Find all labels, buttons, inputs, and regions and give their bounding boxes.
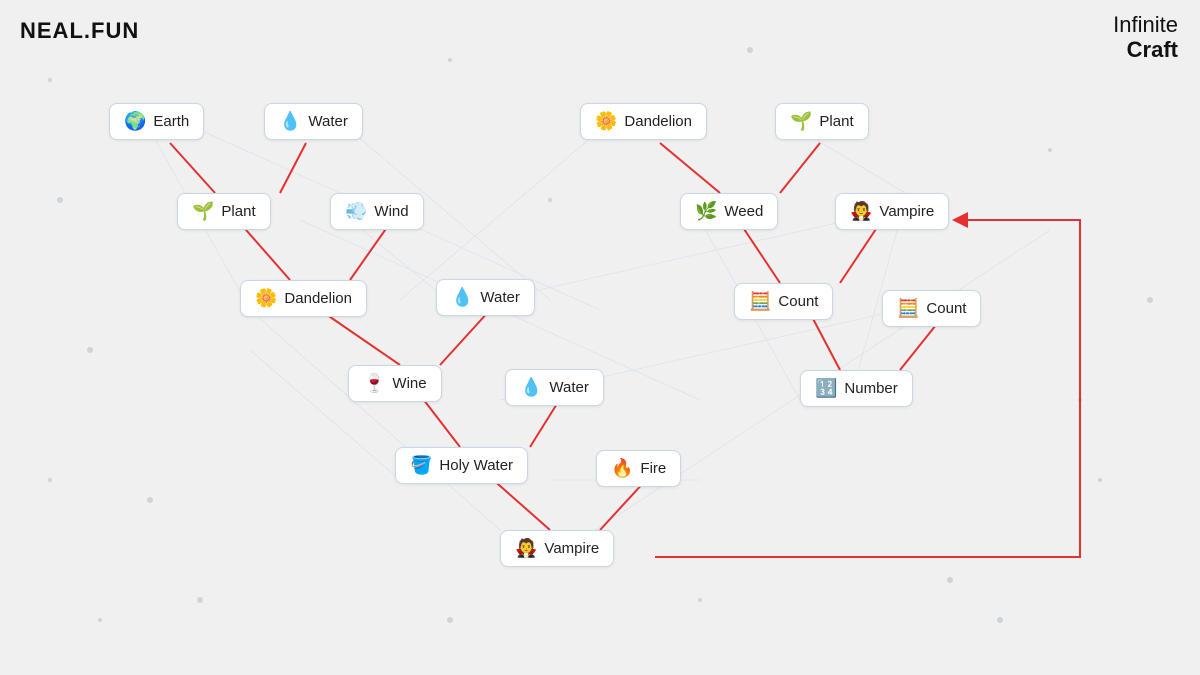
node-fire: 🔥 Fire (596, 450, 681, 487)
earth-icon: 🌍 (124, 111, 146, 132)
infinite-bottom: Craft (1113, 37, 1178, 62)
node-dandelion2: 🌼 Dandelion (240, 280, 367, 317)
infinite-top: Infinite (1113, 12, 1178, 37)
vampire2-label: Vampire (544, 540, 599, 557)
infinite-craft-logo: Infinite Craft (1113, 12, 1178, 63)
holy-water-label: Holy Water (439, 457, 513, 474)
water1-label: Water (308, 113, 347, 130)
node-vampire2: 🧛 Vampire (500, 530, 614, 567)
count2-icon: 🧮 (897, 298, 919, 319)
wind-icon: 💨 (345, 201, 367, 222)
node-wind: 💨 Wind (330, 193, 424, 230)
water1-icon: 💧 (279, 111, 301, 132)
node-weed: 🌿 Weed (680, 193, 778, 230)
node-plant1: 🌱 Plant (775, 103, 869, 140)
count1-label: Count (778, 293, 818, 310)
node-dandelion1: 🌼 Dandelion (580, 103, 707, 140)
node-count1: 🧮 Count (734, 283, 833, 320)
neal-fun-logo: NEAL.FUN (20, 18, 139, 44)
weed-label: Weed (724, 203, 763, 220)
wine-icon: 🍷 (363, 373, 385, 394)
node-water2: 💧 Water (436, 279, 535, 316)
node-holy-water: 🪣 Holy Water (395, 447, 528, 484)
node-number: 🔢 Number (800, 370, 913, 407)
fire-label: Fire (640, 460, 666, 477)
holy-water-icon: 🪣 (410, 455, 432, 476)
count1-icon: 🧮 (749, 291, 771, 312)
number-label: Number (844, 380, 897, 397)
vampire1-icon: 🧛 (850, 201, 872, 222)
count2-label: Count (926, 300, 966, 317)
plant2-icon: 🌱 (192, 201, 214, 222)
node-wine: 🍷 Wine (348, 365, 442, 402)
water3-icon: 💧 (520, 377, 542, 398)
node-water1: 💧 Water (264, 103, 363, 140)
plant1-label: Plant (819, 113, 853, 130)
node-plant2: 🌱 Plant (177, 193, 271, 230)
vampire2-icon: 🧛 (515, 538, 537, 559)
vampire1-label: Vampire (879, 203, 934, 220)
plant1-icon: 🌱 (790, 111, 812, 132)
dandelion1-label: Dandelion (624, 113, 692, 130)
dandelion2-label: Dandelion (284, 290, 352, 307)
water3-label: Water (549, 379, 588, 396)
node-count2: 🧮 Count (882, 290, 981, 327)
node-earth: 🌍 Earth (109, 103, 204, 140)
plant2-label: Plant (221, 203, 255, 220)
water2-icon: 💧 (451, 287, 473, 308)
node-vampire1: 🧛 Vampire (835, 193, 949, 230)
water2-label: Water (480, 289, 519, 306)
dandelion2-icon: 🌼 (255, 288, 277, 309)
weed-icon: 🌿 (695, 201, 717, 222)
wind-label: Wind (374, 203, 408, 220)
node-water3: 💧 Water (505, 369, 604, 406)
earth-label: Earth (153, 113, 189, 130)
number-icon: 🔢 (815, 378, 837, 399)
dandelion1-icon: 🌼 (595, 111, 617, 132)
fire-icon: 🔥 (611, 458, 633, 479)
wine-label: Wine (392, 375, 426, 392)
